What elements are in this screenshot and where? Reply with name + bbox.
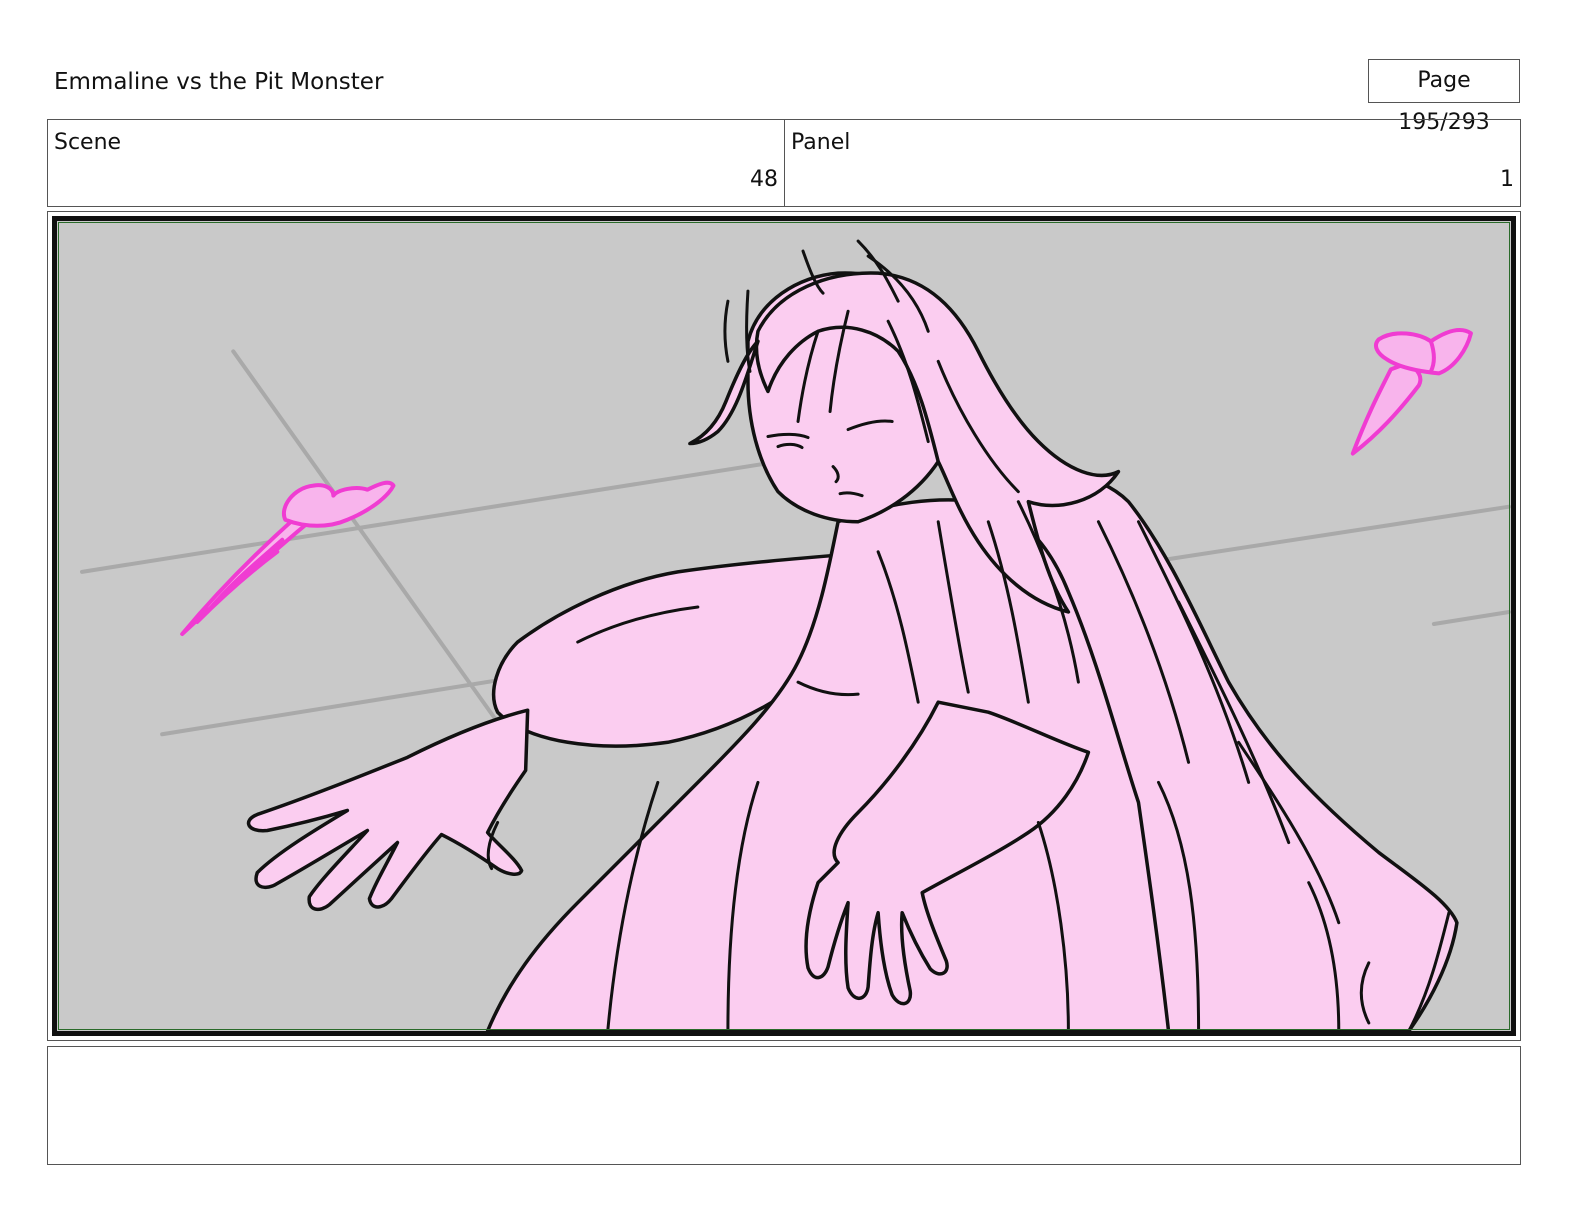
panel-cell: Panel 1 xyxy=(784,120,1520,206)
scene-number: 48 xyxy=(750,167,778,192)
storyboard-frame xyxy=(47,211,1521,1041)
storyboard-sketch xyxy=(57,221,1511,1031)
scene-label: Scene xyxy=(54,130,122,155)
panel-notes-box xyxy=(47,1046,1521,1165)
storyboard-drawing-area xyxy=(52,216,1516,1036)
scene-panel-info-row: Scene 48 Panel 1 xyxy=(47,119,1521,207)
page-number-box: Page 195/293 xyxy=(1368,59,1520,135)
panel-number: 1 xyxy=(1500,167,1514,192)
document-title: Emmaline vs the Pit Monster xyxy=(54,69,384,95)
scene-cell: Scene 48 xyxy=(48,120,784,206)
panel-label: Panel xyxy=(791,130,851,155)
